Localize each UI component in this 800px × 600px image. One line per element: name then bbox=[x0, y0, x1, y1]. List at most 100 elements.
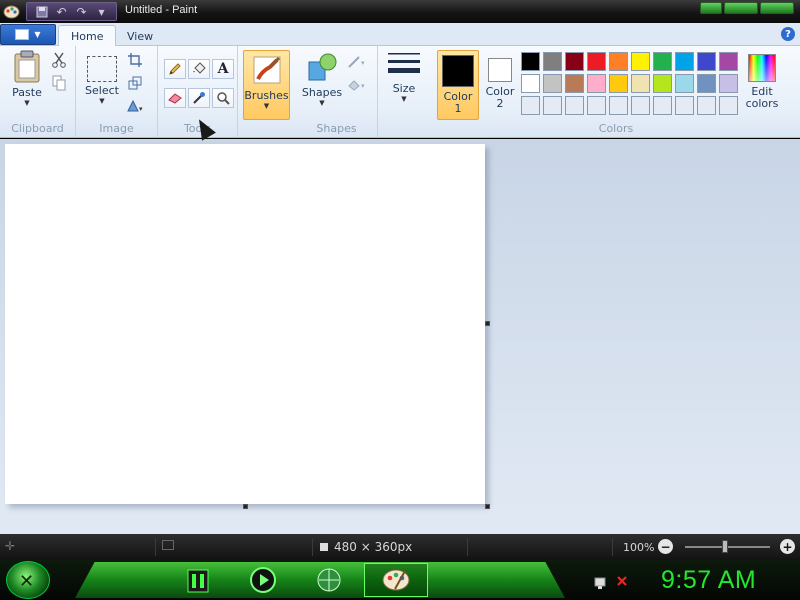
palette-swatch[interactable] bbox=[697, 52, 716, 71]
file-menu-icon bbox=[15, 29, 30, 40]
status-separator bbox=[612, 538, 613, 556]
zoom-in-button[interactable]: + bbox=[780, 539, 795, 554]
chevron-down-icon: ▼ bbox=[34, 30, 41, 39]
resize-handle-right[interactable] bbox=[485, 321, 490, 326]
clipboard-group: Paste ▼ Clipboard bbox=[0, 46, 76, 138]
close-button[interactable] bbox=[760, 2, 794, 14]
customize-qat-icon[interactable]: ▾ bbox=[93, 4, 110, 19]
save-icon[interactable] bbox=[33, 4, 50, 19]
palette-swatch[interactable] bbox=[675, 52, 694, 71]
svg-text:▾: ▾ bbox=[361, 59, 365, 67]
palette-swatch[interactable] bbox=[521, 52, 540, 71]
redo-icon[interactable]: ↷ bbox=[73, 4, 90, 19]
paste-button[interactable]: Paste ▼ bbox=[8, 50, 46, 107]
minimize-button[interactable] bbox=[700, 2, 722, 14]
tab-view[interactable]: View bbox=[115, 25, 165, 47]
palette-swatch[interactable] bbox=[697, 96, 716, 115]
window-controls bbox=[700, 2, 794, 14]
color-palette bbox=[521, 52, 738, 115]
resize-icon[interactable] bbox=[124, 73, 146, 93]
color2-button[interactable]: Color 2 bbox=[482, 50, 518, 120]
status-separator bbox=[467, 538, 468, 556]
rotate-icon[interactable]: ▾ bbox=[124, 96, 146, 116]
paint-app-icon[interactable] bbox=[3, 3, 20, 20]
paste-label: Paste bbox=[12, 86, 42, 99]
outline-icon[interactable]: ▾ bbox=[344, 52, 370, 72]
size-group: Size ▼ bbox=[378, 46, 432, 138]
palette-swatch[interactable] bbox=[609, 52, 628, 71]
palette-swatch[interactable] bbox=[631, 52, 650, 71]
browser-taskbar-icon[interactable] bbox=[314, 565, 344, 595]
zoom-out-button[interactable]: − bbox=[658, 539, 673, 554]
zoom-level: 100% bbox=[623, 541, 655, 554]
taskbar-clock[interactable]: 9:57 AM bbox=[661, 566, 756, 595]
fill-icon[interactable]: ▾ bbox=[344, 75, 370, 95]
brushes-button[interactable]: Brushes ▼ bbox=[243, 50, 290, 120]
palette-swatch[interactable] bbox=[719, 96, 738, 115]
cut-icon[interactable] bbox=[48, 50, 70, 70]
file-menu-button[interactable]: ▼ bbox=[0, 24, 56, 45]
media-player-icon[interactable] bbox=[248, 565, 278, 595]
svg-text:▾: ▾ bbox=[361, 82, 365, 90]
palette-swatch[interactable] bbox=[631, 96, 650, 115]
size-button[interactable]: Size ▼ bbox=[386, 50, 422, 103]
chevron-down-icon: ▼ bbox=[401, 95, 407, 103]
shapes-group-label: Shapes bbox=[316, 122, 357, 135]
palette-swatch[interactable] bbox=[719, 52, 738, 71]
palette-swatch[interactable] bbox=[565, 52, 584, 71]
palette-swatch[interactable] bbox=[543, 52, 562, 71]
palette-swatch[interactable] bbox=[653, 74, 672, 93]
palette-swatch[interactable] bbox=[675, 96, 694, 115]
maximize-button[interactable] bbox=[724, 2, 758, 14]
palette-swatch[interactable] bbox=[521, 96, 540, 115]
undo-icon[interactable]: ↶ bbox=[53, 4, 70, 19]
brushes-label: Brushes bbox=[244, 89, 289, 102]
palette-swatch[interactable] bbox=[565, 74, 584, 93]
copy-icon[interactable] bbox=[48, 73, 70, 93]
magnifier-icon[interactable] bbox=[212, 88, 234, 108]
network-icon[interactable] bbox=[594, 575, 630, 591]
palette-swatch[interactable] bbox=[653, 52, 672, 71]
tab-home[interactable]: Home bbox=[58, 25, 117, 47]
palette-swatch[interactable] bbox=[587, 96, 606, 115]
start-logo-icon: ✕ bbox=[19, 571, 35, 592]
eraser-icon[interactable] bbox=[164, 88, 186, 108]
resize-handle-bottom[interactable] bbox=[243, 504, 248, 509]
select-button[interactable]: Select ▼ bbox=[82, 50, 122, 105]
chevron-down-icon: ▼ bbox=[99, 97, 105, 105]
palette-swatch[interactable] bbox=[587, 74, 606, 93]
edit-colors-button[interactable]: Edit colors bbox=[742, 50, 782, 110]
start-button[interactable]: ✕ bbox=[6, 561, 50, 599]
pencil-icon[interactable] bbox=[164, 59, 186, 79]
shapes-label: Shapes bbox=[301, 86, 343, 99]
palette-swatch[interactable] bbox=[543, 74, 562, 93]
palette-swatch[interactable] bbox=[697, 74, 716, 93]
palette-swatch[interactable] bbox=[565, 96, 584, 115]
text-icon[interactable]: A bbox=[212, 59, 234, 79]
drawing-canvas[interactable] bbox=[5, 144, 485, 504]
palette-swatch[interactable] bbox=[675, 74, 694, 93]
color1-button[interactable]: Color 1 bbox=[437, 50, 479, 120]
edit-colors-label: Edit colors bbox=[745, 85, 779, 110]
paint-taskbar-button[interactable] bbox=[364, 563, 428, 597]
palette-swatch[interactable] bbox=[719, 74, 738, 93]
zoom-slider-thumb[interactable] bbox=[722, 540, 728, 553]
fill-bucket-icon[interactable] bbox=[188, 59, 210, 79]
status-separator bbox=[312, 538, 313, 556]
shapes-button[interactable]: Shapes ▼ bbox=[302, 50, 342, 107]
palette-swatch[interactable] bbox=[653, 96, 672, 115]
palette-swatch[interactable] bbox=[609, 74, 628, 93]
palette-swatch[interactable] bbox=[587, 52, 606, 71]
color2-swatch bbox=[488, 58, 512, 82]
palette-swatch[interactable] bbox=[521, 74, 540, 93]
games-taskbar-icon[interactable] bbox=[183, 565, 213, 595]
chevron-down-icon: ▼ bbox=[263, 102, 270, 110]
help-icon[interactable]: ? bbox=[781, 27, 795, 41]
color-picker-icon[interactable] bbox=[188, 88, 210, 108]
image-group-label: Image bbox=[99, 122, 134, 135]
palette-swatch[interactable] bbox=[543, 96, 562, 115]
crop-icon[interactable] bbox=[124, 50, 146, 70]
palette-swatch[interactable] bbox=[631, 74, 650, 93]
palette-swatch[interactable] bbox=[609, 96, 628, 115]
resize-handle-corner[interactable] bbox=[485, 504, 490, 509]
